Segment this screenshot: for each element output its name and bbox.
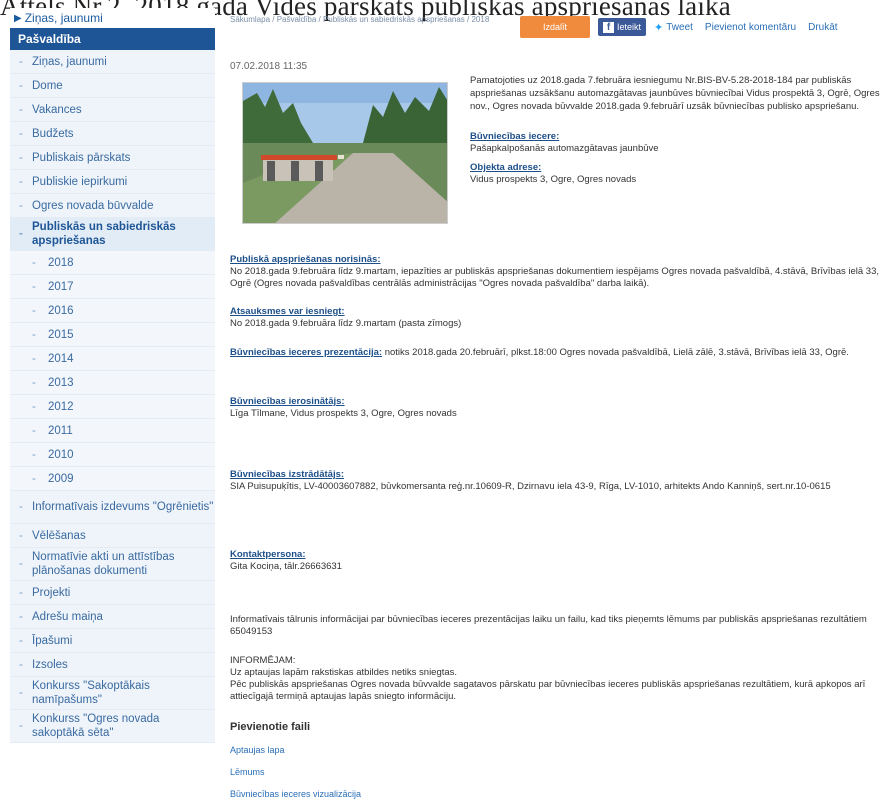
attached-files-heading: Pievienotie faili [230,721,311,733]
sidebar-item[interactable]: Ziņas, jaunumi [10,50,215,74]
sidebar-nav: ▶ Ziņas, jaunumi Pašvaldība Ziņas, jaunu… [10,8,215,810]
informejam-line-1: Uz aptaujas lapām rakstiskas atbildes ne… [230,667,458,678]
atsauksmes-text: No 2018.gada 9.februāra līdz 9.martam (p… [230,318,462,329]
breadcrumb[interactable]: Sākumlapa / Pašvaldība / Publiskās un sa… [230,14,510,25]
sidebar-item[interactable]: Vēlēšanas [10,524,215,548]
sidebar-menu-list: Ziņas, jaunumiDomeVakancesBudžetsPublisk… [10,50,215,743]
sidebar-item[interactable]: Konkurss "Ogres novada sakoptākā sēta" [10,710,215,743]
izstradatajs-heading: Būvniecības izstrādātājs: [230,469,345,480]
izstradatajs-text: SIA Puisupuķītis, LV-40003607882, būvkom… [230,481,831,492]
sidebar-year-item[interactable]: 2014 [10,347,215,371]
sidebar-item[interactable]: Normatīvie akti un attīstības plānošanas… [10,548,215,581]
sidebar-item[interactable]: Izsoles [10,653,215,677]
sidebar-year-item[interactable]: 2009 [10,467,215,491]
norise-text: No 2018.gada 9.februāra līdz 9.martam, i… [230,266,879,289]
article-date: 07.02.2018 11:35 [230,61,308,72]
nav-arrow-icon: ▶ [14,12,22,24]
informejam-heading: INFORMĒJAM: [230,655,296,666]
section-informejam: INFORMĒJAM: Uz aptaujas lapām rakstiskas… [230,655,885,703]
sidebar-item[interactable]: Ogres novada būvvalde [10,194,215,218]
facebook-like-button[interactable]: f Ieteikt [598,18,647,36]
site-photo-image [243,83,447,223]
share-button[interactable]: Izdalīt [520,16,590,38]
sidebar-item[interactable]: Vakances [10,98,215,122]
atsauksmes-heading: Atsauksmes var iesniegt: [230,306,345,317]
article-photo[interactable] [242,82,448,224]
prezentacija-heading: Būvniecības ieceres prezentācija: [230,347,383,358]
section-atsauksmes: Atsauksmes var iesniegt: No 2018.gada 9.… [230,306,885,330]
iecere-text: Pašapkalpošanās automazgātavas jaunbūve [470,143,659,154]
add-comment-link[interactable]: Pievienot komentāru [705,22,796,33]
attached-files: Pievienotie faili Aptaujas lapa Lēmums B… [230,721,885,800]
sidebar-item[interactable]: Adrešu maiņa [10,605,215,629]
norise-heading: Publiskā apspriešanas norisinās: [230,254,381,265]
sidebar-year-item[interactable]: 2017 [10,275,215,299]
sidebar-year-item[interactable]: 2011 [10,419,215,443]
sidebar-item[interactable]: Publiskais pārskats [10,146,215,170]
sidebar-item[interactable]: Dome [10,74,215,98]
section-iecere: Būvniecības iecere: Pašapkalpošanās auto… [470,131,882,155]
sidebar-year-item[interactable]: 2015 [10,323,215,347]
twitter-bird-icon: ✦ [654,21,664,34]
sidebar-year-item[interactable]: 2016 [10,299,215,323]
sidebar-item[interactable]: Publiskie iepirkumi [10,170,215,194]
tweet-label: Tweet [666,21,693,33]
file-link[interactable]: Aptaujas lapa [230,744,885,756]
sidebar-year-item[interactable]: 2012 [10,395,215,419]
facebook-like-label: Ieteikt [617,22,642,32]
sidebar-year-item[interactable]: 2010 [10,443,215,467]
article-intro: Pamatojoties uz 2018.gada 7.februāra ies… [470,75,880,112]
section-norise: Publiskā apspriešanas norisinās: No 2018… [230,254,885,290]
info-paragraph: Informatīvais tālrunis informācijai par … [230,614,867,637]
prezentacija-text: notiks 2018.gada 20.februārī, plkst.18:0… [384,347,849,358]
sidebar-item[interactable]: Konkurss "Sakoptākais namīpašums" [10,677,215,710]
adrese-text: Vidus prospekts 3, Ogre, Ogres novads [470,174,637,185]
sidebar-year-item[interactable]: 2018 [10,251,215,275]
section-adrese: Objekta adrese: Vidus prospekts 3, Ogre,… [470,162,882,186]
sidebar-item[interactable]: Projekti [10,581,215,605]
kontaktpersona-text: Gita Kociņa, tālr.26663631 [230,561,342,572]
sidebar-item[interactable]: Publiskās un sabiedriskās apspriešanas [10,218,215,251]
section-ierosinatajs: Būvniecības ierosinātājs: Līga Tīlmane, … [230,396,885,420]
tweet-button[interactable]: ✦ Tweet [654,21,693,34]
sidebar-section-header[interactable]: Pašvaldība [10,28,215,50]
ierosinatajs-heading: Būvniecības ierosinātājs: [230,396,345,407]
facebook-icon: f [603,21,614,33]
sidebar-year-item[interactable]: 2013 [10,371,215,395]
informejam-line-2: Pēc publiskās apspriešanas Ogres novada … [230,679,866,702]
sidebar-item[interactable]: Informatīvais izdevums "Ogrēnietis" [10,491,215,524]
section-prezentacija: Būvniecības ieceres prezentācija: notiks… [230,347,885,359]
section-kontaktpersona: Kontaktpersona: Gita Kociņa, tālr.266636… [230,549,885,573]
sidebar-top-link-label: Ziņas, jaunumi [24,11,103,25]
sidebar-item[interactable]: Budžets [10,122,215,146]
action-toolbar: Izdalīt f Ieteikt ✦ Tweet Pievienot kome… [520,16,838,38]
kontaktpersona-heading: Kontaktpersona: [230,549,306,560]
print-link[interactable]: Drukāt [808,22,837,33]
section-izstradatajs: Būvniecības izstrādātājs: SIA Puisupuķīt… [230,469,885,493]
adrese-heading: Objekta adrese: [470,162,542,173]
ierosinatajs-text: Līga Tīlmane, Vidus prospekts 3, Ogre, O… [230,408,457,419]
file-link[interactable]: Būvniecības ieceres vizualizācija [230,788,885,800]
sidebar-top-link[interactable]: ▶ Ziņas, jaunumi [10,8,215,28]
file-link[interactable]: Lēmums [230,766,885,778]
sidebar-item[interactable]: Īpašumi [10,629,215,653]
iecere-heading: Būvniecības iecere: [470,131,560,142]
